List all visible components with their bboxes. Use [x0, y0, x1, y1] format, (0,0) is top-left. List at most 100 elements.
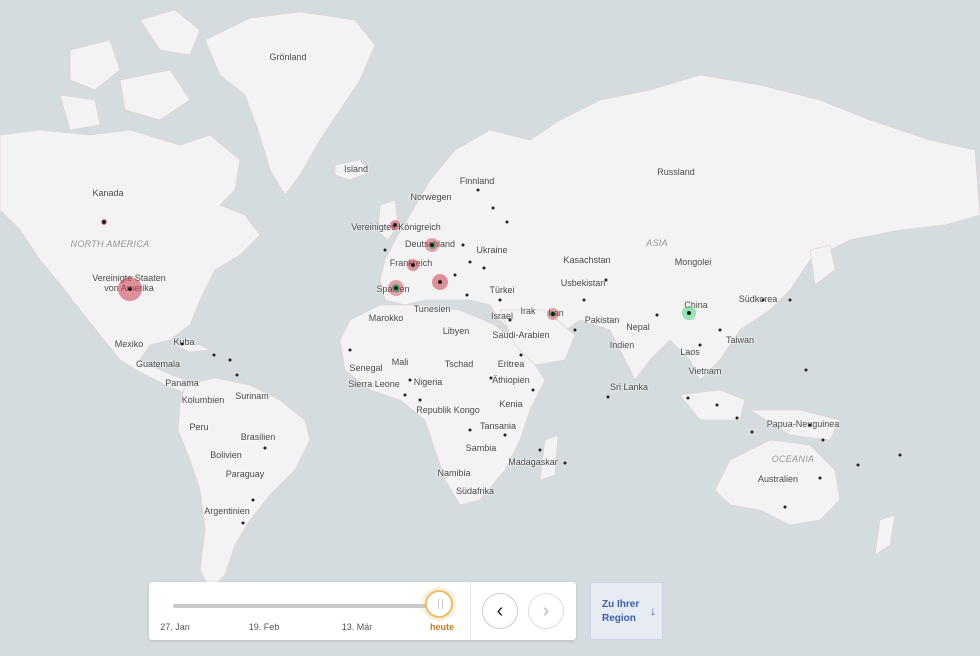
case-dot[interactable]	[403, 393, 407, 397]
case-dot[interactable]	[491, 206, 495, 210]
case-bubble[interactable]	[432, 274, 448, 290]
case-dot[interactable]	[563, 461, 567, 465]
case-dot[interactable]	[263, 446, 267, 450]
case-bubble[interactable]	[425, 238, 439, 252]
case-bubble[interactable]	[682, 306, 696, 320]
timeline-slider-handle[interactable]	[425, 590, 453, 618]
country-label: Indien	[609, 340, 635, 350]
case-dot[interactable]	[465, 293, 469, 297]
country-label: Island	[343, 164, 369, 174]
previous-button[interactable]: ‹	[482, 593, 518, 629]
case-dot[interactable]	[519, 353, 523, 357]
case-dot[interactable]	[418, 398, 422, 402]
case-dot[interactable]	[489, 376, 493, 380]
case-dot[interactable]	[804, 368, 808, 372]
country-label: Grönland	[269, 52, 307, 62]
chevron-right-icon: ›	[542, 599, 550, 622]
case-dot[interactable]	[508, 318, 512, 322]
case-dot[interactable]	[180, 342, 184, 346]
case-dot[interactable]	[476, 188, 480, 192]
case-dot[interactable]	[735, 416, 739, 420]
case-bubble[interactable]	[118, 277, 142, 301]
country-label: Tunesien	[413, 304, 451, 314]
case-dot[interactable]	[498, 298, 502, 302]
timeline-slider[interactable]	[173, 604, 439, 608]
country-label: Australien	[757, 474, 799, 484]
country-label: Irak	[520, 306, 536, 316]
country-label: Saudi-Arabien	[492, 330, 550, 340]
case-dot[interactable]	[538, 448, 542, 452]
arrow-down-icon: ↓	[650, 604, 656, 618]
country-label: Südafrika	[455, 486, 495, 496]
case-dot[interactable]	[482, 266, 486, 270]
country-label: Marokko	[368, 313, 404, 323]
world-map[interactable]: Grönland Kanada NORTH AMERICA Vereinigte St…	[0, 0, 980, 651]
case-dot[interactable]	[461, 243, 465, 247]
chevron-left-icon: ‹	[496, 599, 504, 622]
next-button[interactable]: ›	[528, 593, 564, 629]
case-dot[interactable]	[856, 463, 860, 467]
case-dot[interactable]	[686, 396, 690, 400]
case-dot[interactable]	[241, 521, 245, 525]
country-label: Sambia	[465, 443, 497, 453]
case-dot[interactable]	[606, 395, 610, 399]
case-dot[interactable]	[788, 298, 792, 302]
country-label: Brasilien	[240, 432, 276, 442]
continent-label: OCEANIA	[771, 454, 815, 464]
case-dot[interactable]	[808, 423, 812, 427]
country-label: Vietnam	[688, 366, 722, 376]
country-label: Guatemala	[135, 359, 181, 369]
case-dot[interactable]	[573, 328, 577, 332]
case-dot[interactable]	[531, 388, 535, 392]
country-label: Mongolei	[674, 257, 712, 267]
case-bubble[interactable]	[547, 308, 559, 320]
case-dot[interactable]	[251, 498, 255, 502]
country-label: Tansania	[479, 421, 517, 431]
case-dot[interactable]	[468, 428, 472, 432]
case-dot[interactable]	[821, 438, 825, 442]
case-bubble[interactable]	[101, 219, 107, 225]
country-label: Sierra Leone	[348, 379, 400, 389]
country-label: Kanada	[92, 188, 124, 198]
case-dot[interactable]	[505, 220, 509, 224]
country-label: Senegal	[349, 363, 383, 373]
case-dot[interactable]	[228, 358, 232, 362]
case-dot[interactable]	[235, 373, 239, 377]
timeline-panel: 27. Jan 19. Feb 13. Mär heute ‹ ›	[149, 582, 576, 640]
country-label: Kenia	[499, 399, 523, 409]
country-label: Südkorea	[738, 294, 778, 304]
country-label: Tschad	[444, 359, 474, 369]
case-dot[interactable]	[468, 260, 472, 264]
timeline-track-fill	[173, 604, 439, 608]
case-dot[interactable]	[718, 328, 722, 332]
country-label: Papua-Neuguinea	[766, 419, 840, 429]
timeline-tick-label: 13. Mär	[341, 622, 373, 632]
case-dot[interactable]	[383, 248, 387, 252]
case-dot[interactable]	[582, 298, 586, 302]
case-dot[interactable]	[715, 403, 719, 407]
case-dot[interactable]	[750, 430, 754, 434]
country-label: Russland	[657, 167, 695, 177]
case-bubble[interactable]	[390, 220, 400, 230]
go-to-region-button[interactable]: Zu Ihrer Region ↓	[590, 582, 663, 640]
case-dot[interactable]	[655, 313, 659, 317]
case-dot[interactable]	[898, 453, 902, 457]
case-dot[interactable]	[604, 278, 608, 282]
timeline-tick-label: 27. Jan	[160, 622, 190, 632]
region-button-label: Zu Ihrer Region	[602, 599, 640, 624]
country-label: Bolivien	[210, 450, 242, 460]
timeline-tick-label: 19. Feb	[248, 622, 280, 632]
country-label: Sri Lanka	[609, 382, 649, 392]
case-dot[interactable]	[453, 273, 457, 277]
case-dot[interactable]	[783, 505, 787, 509]
case-dot[interactable]	[503, 433, 507, 437]
case-dot[interactable]	[818, 476, 822, 480]
case-dot[interactable]	[408, 378, 412, 382]
case-dot[interactable]	[698, 343, 702, 347]
case-dot[interactable]	[348, 348, 352, 352]
country-label: Pakistan	[584, 315, 620, 325]
case-dot[interactable]	[212, 353, 216, 357]
case-bubble[interactable]	[388, 280, 404, 296]
case-dot[interactable]	[761, 298, 765, 302]
case-bubble[interactable]	[407, 259, 419, 271]
